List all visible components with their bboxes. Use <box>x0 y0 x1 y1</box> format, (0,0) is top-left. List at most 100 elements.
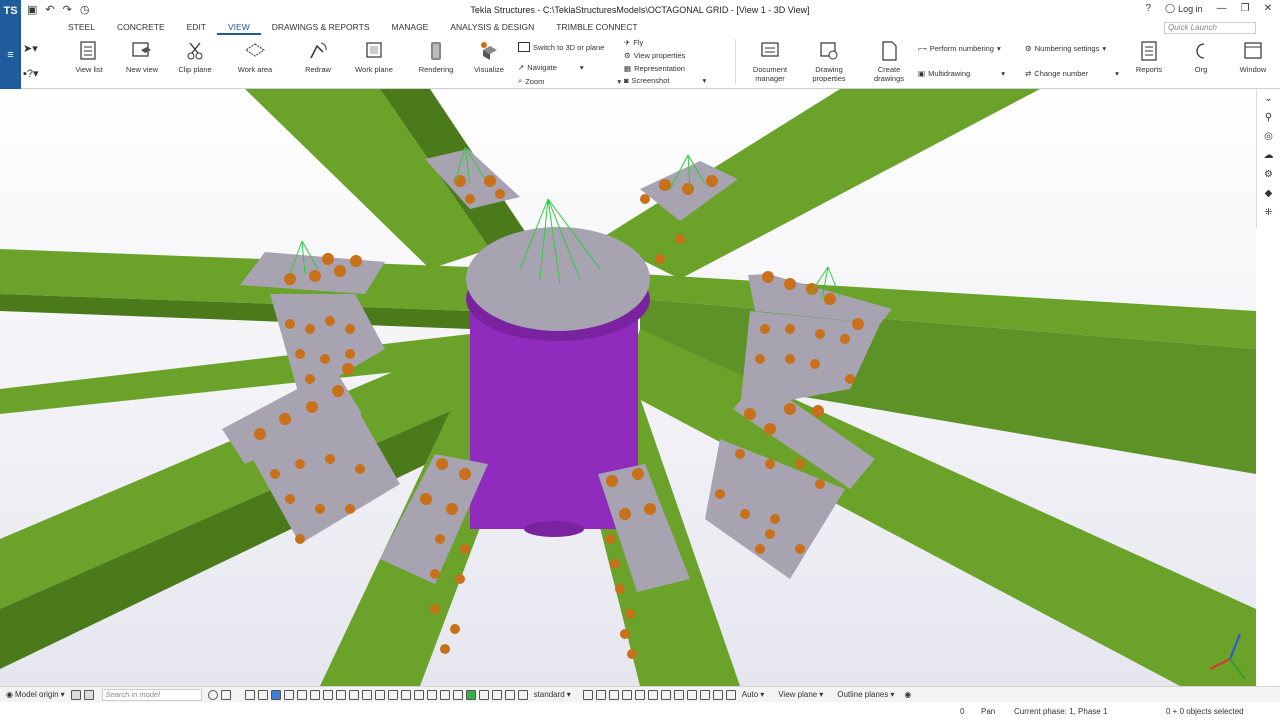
gear-icon[interactable]: ⚙ <box>1257 165 1280 184</box>
globe-icon[interactable]: ◎ <box>1257 127 1280 146</box>
snap-icon[interactable] <box>699 689 710 700</box>
select-switch-icon[interactable] <box>244 689 255 700</box>
multidrawing-button[interactable]: ▣ Multidrawing ▾ <box>918 69 1005 78</box>
select-switch-icon[interactable] <box>335 689 346 700</box>
snap-icon[interactable] <box>712 689 723 700</box>
select-switch-icon[interactable] <box>517 689 528 700</box>
properties-icon[interactable]: ⚲ <box>1257 108 1280 127</box>
view-properties-button[interactable]: ⚙ View properties <box>624 51 685 60</box>
model-canvas[interactable] <box>0 89 1256 686</box>
select-switch-icon[interactable] <box>439 689 450 700</box>
smart-select-icon[interactable]: ▪?▾ <box>23 63 49 88</box>
side-pane-toggle[interactable]: ≡ <box>0 21 21 89</box>
history-icon[interactable]: ◷ <box>80 3 90 16</box>
snap-icon[interactable] <box>621 689 632 700</box>
maximize-icon[interactable]: ❐ <box>1241 3 1250 14</box>
quick-launch-input[interactable]: Quick Launch <box>1164 22 1256 34</box>
select-switch-icon[interactable] <box>413 689 424 700</box>
search-icon[interactable] <box>207 689 218 700</box>
change-number-button[interactable]: ⇄ Change number ▾ <box>1025 69 1119 78</box>
login-button[interactable]: ◯ Log in <box>1165 3 1203 14</box>
outline-planes-dropdown[interactable]: Outline planes ▾ <box>837 690 894 699</box>
tekla-logo-icon[interactable]: TS <box>0 0 21 21</box>
zoom-button[interactable]: ⌕ Zoom ▾ <box>518 76 621 86</box>
drawing-properties-button[interactable]: Drawing properties <box>806 40 852 83</box>
tab-analysis-design[interactable]: ANALYSIS & DESIGN <box>439 21 545 35</box>
snap-icon[interactable] <box>608 689 619 700</box>
tab-trimble-connect[interactable]: TRIMBLE CONNECT <box>545 21 648 35</box>
navigate-button[interactable]: ↗ Navigate ▾ <box>518 63 584 72</box>
cloud-icon[interactable]: ☁ <box>1257 146 1280 165</box>
rendering-button[interactable]: Rendering <box>415 40 457 74</box>
reports-button[interactable]: Reports <box>1129 40 1169 74</box>
select-switch-icon[interactable] <box>426 689 437 700</box>
apps-icon[interactable]: ⁜ <box>1257 203 1280 222</box>
work-area-button[interactable]: Work area <box>235 40 275 74</box>
switch-3d-button[interactable]: Switch to 3D or plane <box>518 42 604 52</box>
redraw-button[interactable]: Redraw <box>301 40 335 74</box>
create-drawings-button[interactable]: Create drawings <box>868 40 910 83</box>
save-icon[interactable]: ▣ <box>27 3 37 16</box>
view-plane-dropdown[interactable]: View plane ▾ <box>778 690 823 699</box>
select-switch-icon[interactable] <box>491 689 502 700</box>
tab-steel[interactable]: STEEL <box>57 21 106 35</box>
snap-icon[interactable] <box>686 689 697 700</box>
select-switch-icon[interactable] <box>348 689 359 700</box>
toggle-icon[interactable] <box>70 689 81 700</box>
cap-plate[interactable] <box>466 227 650 331</box>
filter-icon[interactable] <box>220 689 231 700</box>
select-switch-icon[interactable] <box>400 689 411 700</box>
organizer-button[interactable]: Org <box>1189 40 1213 74</box>
snap-icon[interactable] <box>647 689 658 700</box>
undo-icon[interactable]: ↶ <box>45 3 54 16</box>
tab-view[interactable]: VIEW <box>217 21 261 35</box>
snap-icon[interactable] <box>582 689 593 700</box>
tab-drawings-reports[interactable]: DRAWINGS & REPORTS <box>261 21 381 35</box>
work-plane-button[interactable]: Work plane <box>353 40 395 74</box>
select-switch-icon[interactable] <box>361 689 372 700</box>
minimize-icon[interactable]: — <box>1217 3 1227 14</box>
select-switch-icon[interactable] <box>270 689 281 700</box>
tab-manage[interactable]: MANAGE <box>381 21 440 35</box>
selection-filter-dropdown[interactable]: standard ▾ <box>534 690 571 699</box>
search-in-model-input[interactable]: Search in model <box>101 688 202 701</box>
select-switch-icon[interactable] <box>283 689 294 700</box>
window-button[interactable]: Window <box>1233 40 1273 74</box>
select-switch-icon[interactable] <box>322 689 333 700</box>
select-switch-icon[interactable] <box>504 689 515 700</box>
snap-icon[interactable] <box>725 689 736 700</box>
snap-icon[interactable] <box>595 689 606 700</box>
select-switch-icon[interactable] <box>387 689 398 700</box>
toggle-icon[interactable] <box>83 689 94 700</box>
select-switch-icon[interactable] <box>478 689 489 700</box>
numbering-settings-button[interactable]: ⚙ Numbering settings ▾ <box>1025 44 1106 53</box>
auto-dropdown[interactable]: Auto ▾ <box>742 690 764 699</box>
redo-icon[interactable]: ↷ <box>63 3 72 16</box>
tab-edit[interactable]: EDIT <box>176 21 217 35</box>
select-arrow-icon[interactable]: ➤▾ <box>23 38 49 63</box>
select-switch-icon[interactable] <box>374 689 385 700</box>
select-switch-icon[interactable] <box>452 689 463 700</box>
fly-button[interactable]: ✈ Fly <box>624 38 643 47</box>
status-phase[interactable]: Current phase: 1, Phase 1 <box>1014 707 1107 716</box>
new-view-button[interactable]: New view <box>123 40 161 74</box>
perform-numbering-button[interactable]: ⌐¬ Perform numbering ▾ <box>918 44 1001 53</box>
visualize-button[interactable]: Visualize <box>471 40 507 74</box>
tab-concrete[interactable]: CONCRETE <box>106 21 176 35</box>
snap-icon[interactable] <box>660 689 671 700</box>
document-manager-button[interactable]: Document manager <box>747 40 793 83</box>
select-switch-icon[interactable] <box>309 689 320 700</box>
view-list-button[interactable]: View list <box>71 40 107 74</box>
close-icon[interactable]: ✕ <box>1264 3 1272 14</box>
snap-icon[interactable] <box>673 689 684 700</box>
select-switch-icon[interactable] <box>257 689 268 700</box>
representation-button[interactable]: ▦ Representation <box>624 64 685 73</box>
select-switch-icon[interactable] <box>296 689 307 700</box>
snap-icon[interactable] <box>634 689 645 700</box>
screenshot-button[interactable]: ◙ Screenshot ▾ <box>624 76 706 85</box>
model-origin-dropdown[interactable]: ◉ Model origin ▾ <box>6 690 65 699</box>
model-viewport-3d[interactable] <box>0 89 1256 686</box>
clip-plane-button[interactable]: Clip plane <box>176 40 214 74</box>
cube-icon[interactable]: ◆ <box>1257 184 1280 203</box>
help-icon[interactable]: ? <box>1145 3 1151 14</box>
